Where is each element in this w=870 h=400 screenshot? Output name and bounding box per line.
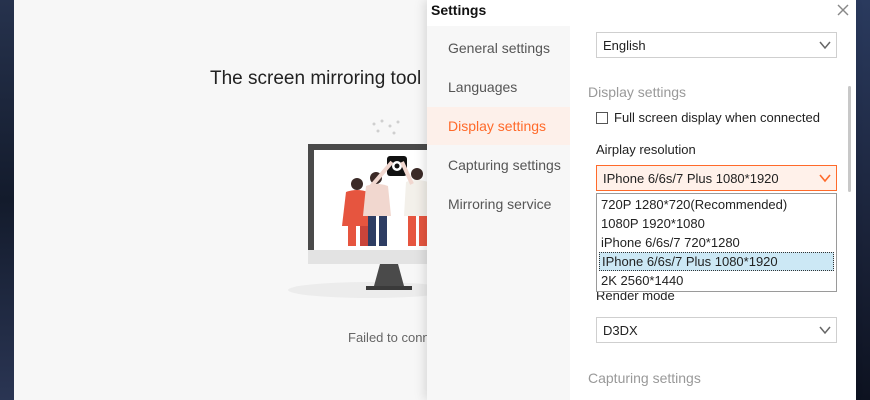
- nav-general-settings[interactable]: General settings: [427, 29, 570, 67]
- settings-sidebar: General settings Languages Display setti…: [427, 26, 570, 400]
- resolution-option[interactable]: 2K 2560*1440: [599, 271, 834, 290]
- desktop-background-right: [856, 0, 870, 400]
- settings-dialog: Settings General settings Languages Disp…: [427, 0, 856, 400]
- app-heading: The screen mirroring tool: [210, 68, 422, 89]
- airplay-resolution-value: IPhone 6/6s/7 Plus 1080*1920: [603, 170, 779, 186]
- nav-label: Mirroring service: [448, 196, 552, 212]
- language-value: English: [603, 37, 646, 53]
- chevron-down-icon: [819, 326, 831, 335]
- resolution-option[interactable]: 1080P 1920*1080: [599, 214, 834, 233]
- language-select[interactable]: English: [596, 32, 837, 58]
- render-mode-value: D3DX: [603, 322, 638, 338]
- nav-mirroring-service[interactable]: Mirroring service: [427, 185, 570, 223]
- nav-label: Capturing settings: [448, 157, 561, 173]
- dialog-title: Settings: [431, 2, 487, 18]
- chevron-down-icon: [819, 41, 831, 50]
- nav-languages[interactable]: Languages: [427, 68, 570, 106]
- display-section-heading: Display settings: [588, 84, 687, 100]
- fullscreen-checkbox-label: Full screen display when connected: [614, 110, 820, 125]
- nav-label: General settings: [448, 40, 550, 56]
- close-icon: [837, 4, 849, 16]
- resolution-option[interactable]: iPhone 6/6s/7 720*1280: [599, 233, 834, 252]
- render-mode-select[interactable]: D3DX: [596, 317, 837, 343]
- resolution-option[interactable]: 720P 1280*720(Recommended): [599, 195, 834, 214]
- close-button[interactable]: [833, 0, 853, 20]
- checkbox-box[interactable]: [596, 111, 608, 124]
- nav-display-settings[interactable]: Display settings: [427, 107, 570, 145]
- connection-status: Failed to conne: [348, 330, 437, 345]
- nav-capturing-settings[interactable]: Capturing settings: [427, 146, 570, 184]
- airplay-resolution-select[interactable]: IPhone 6/6s/7 Plus 1080*1920: [596, 165, 837, 191]
- fullscreen-checkbox[interactable]: Full screen display when connected: [596, 110, 820, 125]
- airplay-resolution-dropdown: 720P 1280*720(Recommended) 1080P 1920*10…: [596, 193, 837, 292]
- content-scrollbar[interactable]: [848, 86, 851, 192]
- monitor-illustration: [288, 119, 432, 298]
- capturing-section-heading: Capturing settings: [588, 370, 701, 386]
- nav-label: Display settings: [448, 118, 547, 134]
- resolution-option-selected[interactable]: IPhone 6/6s/7 Plus 1080*1920: [599, 252, 834, 271]
- nav-label: Languages: [448, 79, 518, 95]
- desktop-background-left: [0, 0, 14, 400]
- chevron-down-icon: [819, 174, 831, 183]
- airplay-resolution-label: Airplay resolution: [596, 142, 696, 157]
